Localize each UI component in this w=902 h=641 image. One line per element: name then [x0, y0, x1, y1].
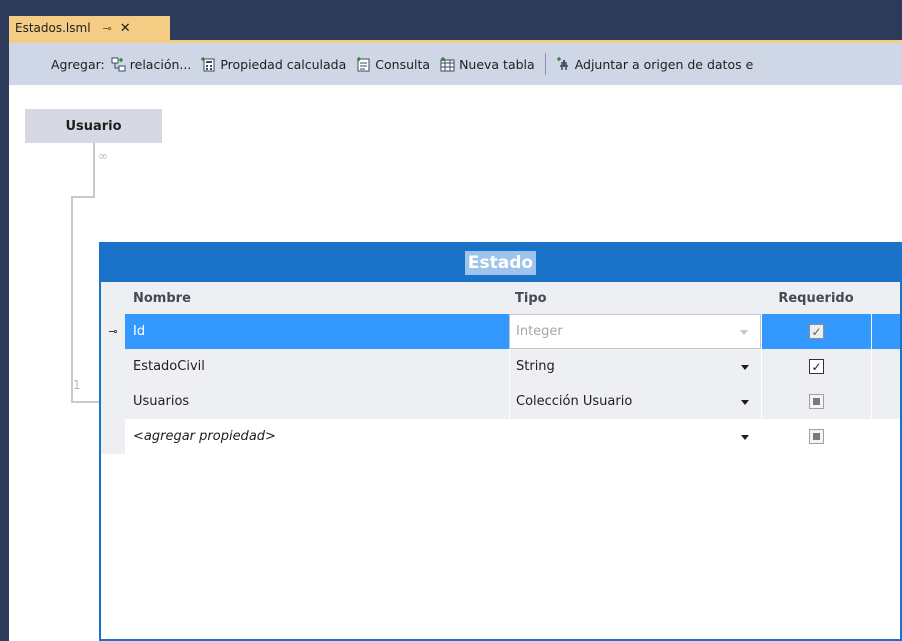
add-new-table-label: Nueva tabla: [459, 56, 535, 72]
add-property-placeholder: <agregar propiedad>: [133, 429, 276, 444]
toolbar-separator: [544, 53, 546, 75]
estado-entity[interactable]: Estado Nombre Tipo Requerido ⊸ Id Intege…: [99, 242, 902, 641]
property-name: EstadoCivil: [133, 359, 205, 374]
chevron-down-icon: [741, 399, 749, 405]
relationship-line[interactable]: [71, 196, 73, 403]
property-type-dropdown[interactable]: Colección Usuario: [509, 384, 761, 419]
required-checkbox[interactable]: [809, 394, 824, 409]
designer-toolbar: Agregar: relación... Propiedad calculada…: [9, 43, 902, 85]
multiplicity-many: ∞: [98, 149, 108, 163]
chevron-down-icon: [740, 329, 748, 335]
computed-property-icon: [201, 56, 216, 72]
attach-datasource-button[interactable]: Adjuntar a origen de datos e: [556, 56, 754, 72]
row-header[interactable]: ⊸: [101, 314, 125, 349]
add-computed-property-button[interactable]: Propiedad calculada: [201, 56, 347, 72]
add-property-cell[interactable]: <agregar propiedad>: [125, 419, 509, 454]
property-name-cell[interactable]: EstadoCivil: [125, 349, 509, 384]
row-header[interactable]: [101, 419, 125, 454]
add-label: Agregar:: [51, 56, 105, 72]
property-row-id[interactable]: ⊸ Id Integer ✓: [101, 314, 900, 349]
row-filler: [871, 349, 900, 384]
required-checkbox[interactable]: ✓: [809, 324, 824, 339]
add-query-label: Consulta: [375, 56, 431, 72]
attach-datasource-label: Adjuntar a origen de datos e: [574, 56, 754, 72]
required-checkbox[interactable]: [809, 429, 824, 444]
row-header[interactable]: [101, 384, 125, 419]
attach-datasource-icon: [556, 56, 571, 72]
relationship-icon: [111, 57, 126, 72]
property-row-usuarios[interactable]: Usuarios Colección Usuario: [101, 384, 900, 419]
add-computed-property-label: Propiedad calculada: [220, 56, 347, 72]
window-frame-top: [0, 0, 902, 10]
row-filler: [871, 384, 900, 419]
property-name-cell[interactable]: Usuarios: [125, 384, 509, 419]
chevron-down-icon: [741, 434, 749, 440]
column-header-required: Requerido: [778, 290, 854, 306]
add-relationship-button[interactable]: relación...: [111, 56, 192, 72]
estado-entity-title[interactable]: Estado: [464, 251, 537, 275]
row-filler: [871, 419, 900, 454]
key-icon: ⊸: [108, 325, 118, 338]
multiplicity-one: 1: [73, 378, 81, 392]
column-header-type: Tipo: [515, 290, 547, 306]
property-type: Colección Usuario: [516, 394, 633, 409]
property-type-dropdown[interactable]: [509, 419, 761, 454]
document-tab-strip: Estados.lsml ⊸ ✕: [9, 10, 902, 40]
add-query-button[interactable]: Consulta: [356, 56, 431, 72]
required-cell[interactable]: [761, 419, 871, 454]
pin-icon[interactable]: ⊸: [103, 22, 112, 35]
required-cell[interactable]: [761, 384, 871, 419]
required-cell[interactable]: ✓: [761, 314, 871, 349]
query-icon: [356, 56, 371, 72]
row-header[interactable]: [101, 349, 125, 384]
document-tab-title: Estados.lsml: [15, 21, 91, 35]
usuario-entity-title: Usuario: [65, 118, 122, 134]
new-table-icon: [440, 56, 455, 72]
property-type-dropdown[interactable]: Integer: [509, 314, 761, 349]
required-cell[interactable]: ✓: [761, 349, 871, 384]
property-grid: Nombre Tipo Requerido ⊸ Id Integer ✓ Est…: [101, 282, 900, 454]
row-filler: [871, 314, 900, 349]
property-row-estadocivil[interactable]: EstadoCivil String ✓: [101, 349, 900, 384]
column-header-name: Nombre: [133, 290, 191, 306]
property-name-cell[interactable]: Id: [125, 314, 509, 349]
relationship-line[interactable]: [71, 401, 101, 403]
property-grid-header: Nombre Tipo Requerido: [101, 282, 900, 314]
usuario-entity[interactable]: Usuario: [25, 109, 162, 143]
add-new-table-button[interactable]: Nueva tabla: [440, 56, 535, 72]
required-checkbox[interactable]: ✓: [809, 359, 824, 374]
window-frame-left: [0, 0, 9, 641]
property-name: Id: [133, 324, 146, 339]
relationship-line[interactable]: [93, 143, 95, 198]
add-property-row[interactable]: <agregar propiedad>: [101, 419, 900, 454]
designer-canvas[interactable]: Usuario ∞ 1 Estado Nombre Tipo Requerido…: [9, 85, 902, 641]
estado-entity-header[interactable]: Estado: [101, 244, 900, 282]
document-tab[interactable]: Estados.lsml ⊸ ✕: [9, 16, 170, 40]
relationship-line[interactable]: [71, 196, 95, 198]
property-type-dropdown[interactable]: String: [509, 349, 761, 384]
close-icon[interactable]: ✕: [120, 21, 131, 36]
property-name: Usuarios: [133, 394, 190, 409]
chevron-down-icon: [741, 364, 749, 370]
property-type: String: [516, 359, 555, 374]
add-relationship-label: relación...: [129, 56, 192, 72]
property-type: Integer: [516, 324, 563, 339]
